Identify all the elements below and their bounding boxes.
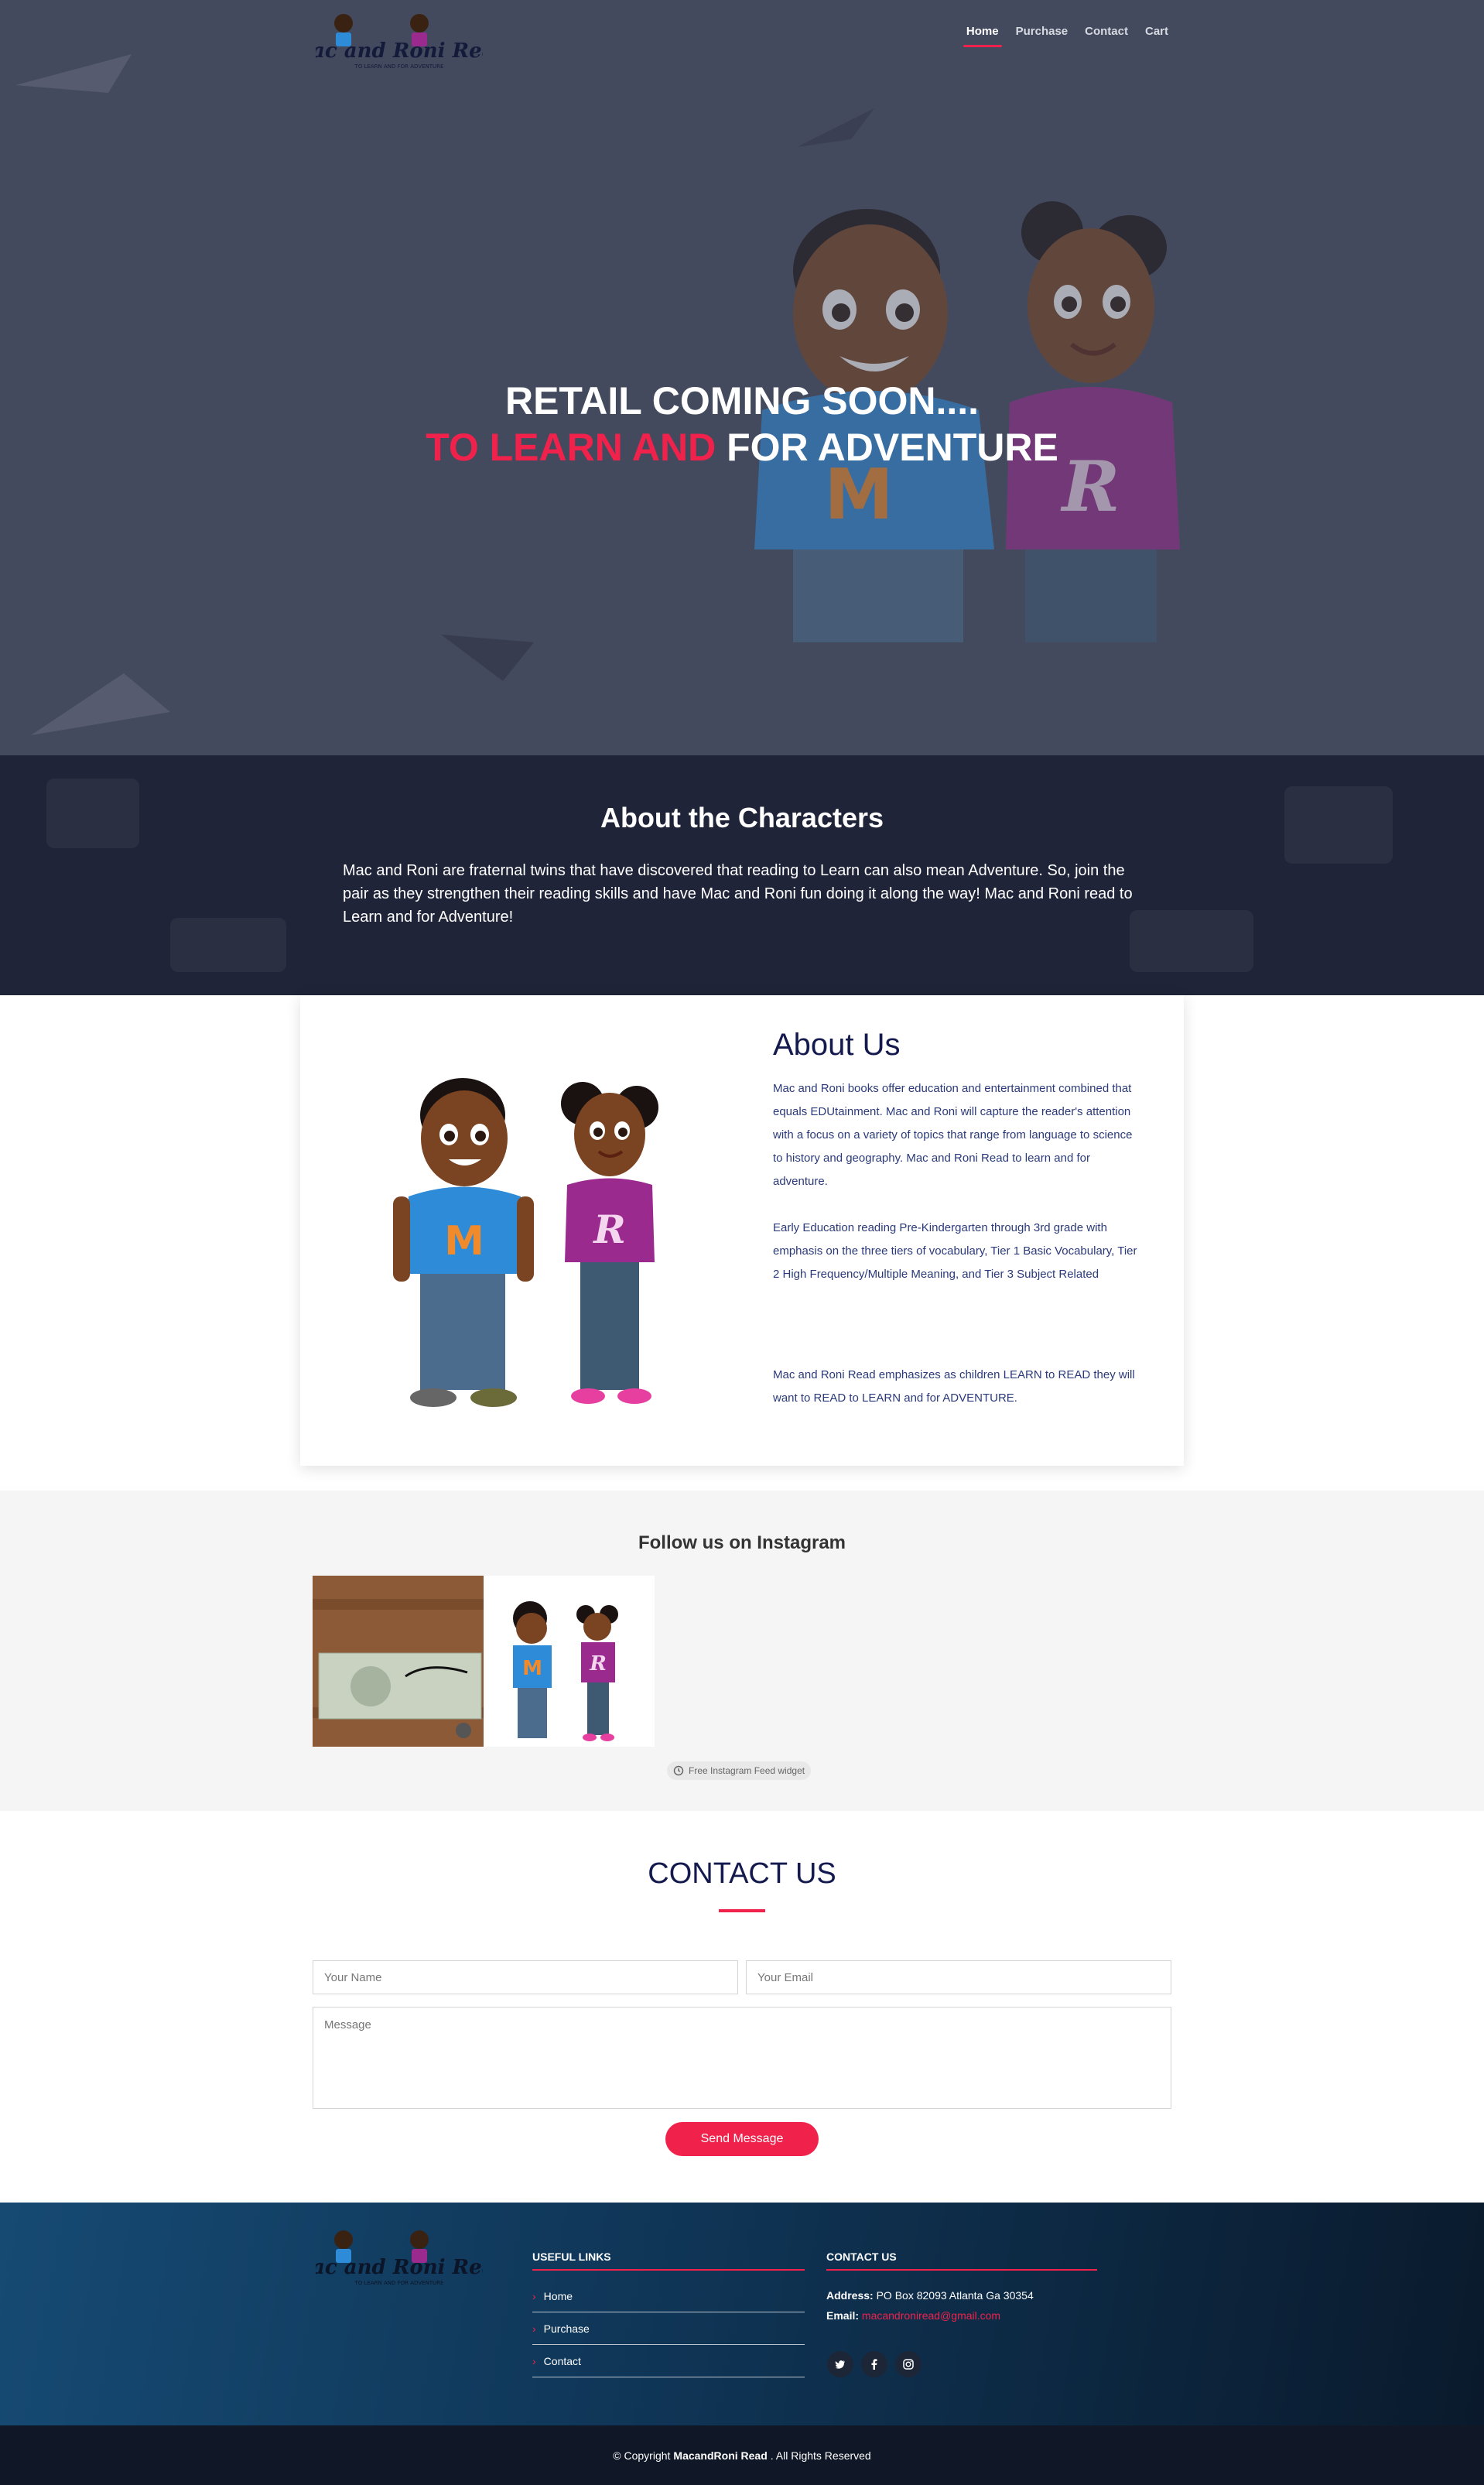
nav-contact[interactable]: Contact [1085,25,1128,46]
contact-title-underline [719,1909,765,1912]
contact-title: CONTACT US [648,1857,836,1890]
instagram-widget-label: Free Instagram Feed widget [689,1765,805,1776]
email-field[interactable]: Your Email [746,1960,1171,1994]
svg-text:Mac and Roni Read: Mac and Roni Read [316,39,483,63]
instagram-title: Follow us on Instagram [638,1532,846,1553]
email-field-placeholder: Your Email [757,1970,813,1984]
twitter-icon[interactable] [827,2351,853,2377]
chevron-right-icon: › [532,2322,536,2335]
svg-text:R: R [592,1207,626,1252]
svg-text:R: R [589,1652,607,1675]
chevron-right-icon: › [532,2289,536,2302]
contact-section: CONTACT US Your Name Your Email Send Mes… [0,1811,1484,2203]
svg-text:Mac and Roni Read: Mac and Roni Read [316,2256,483,2279]
footer-link-label: Purchase [543,2322,590,2335]
about-characters-image: M R [393,1078,658,1407]
about-characters-section: About the Characters Mac and Roni are fr… [0,755,1484,995]
instagram-section: Follow us on Instagram M R Free Instagra… [0,1491,1484,1811]
copyright-prefix: © Copyright [613,2449,671,2462]
facebook-icon[interactable] [861,2351,887,2377]
characters-text: Mac and Roni are fraternal twins that ha… [343,862,1133,926]
dollar-bill-image [313,1576,484,1747]
useful-links-divider [532,2269,805,2271]
decor-letter-block [170,918,286,972]
nav-home[interactable]: Home [963,25,1002,47]
refresh-icon [673,1765,684,1776]
footer-contact-divider [826,2269,1097,2271]
footer-contact-title: CONTACT US [826,2251,897,2263]
footer-link-home[interactable]: › Home [532,2280,805,2312]
footer-email: Email: macandroniread@gmail.com [826,2309,1000,2322]
site-logo[interactable]: Mac and Roni Read TO LEARN AND FOR ADVEN… [316,6,483,73]
name-field[interactable]: Your Name [313,1960,738,1994]
copyright-brand: MacandRoni Read [673,2449,768,2462]
about-us-card: M R About Us Mac and Roni books offer ed… [300,995,1184,1466]
about-us-paragraph-3: Mac and Roni Read emphasizes as children… [773,1368,1135,1405]
name-field-placeholder: Your Name [324,1970,382,1984]
instagram-post-2[interactable]: M R [484,1576,655,1747]
about-us-title: About Us [773,1028,901,1062]
email-label: Email: [826,2309,860,2322]
footer-logo[interactable]: Mac and Roni Read TO LEARN AND FOR ADVEN… [316,2223,483,2289]
svg-text:M: M [444,1218,484,1265]
copyright-bar: © Copyright MacandRoni Read . All Rights… [0,2425,1484,2485]
hero-line-1: RETAIL COMING SOON.... [504,379,980,423]
nav-cart[interactable]: Cart [1145,25,1168,46]
svg-text:M: M [522,1657,542,1680]
about-us-paragraph-1: Mac and Roni books offer education and e… [773,1082,1133,1188]
instagram-post-1[interactable] [313,1576,484,1747]
hero-line-2-accent: TO LEARN AND [426,426,716,469]
message-field[interactable] [313,2007,1171,2109]
send-message-button[interactable]: Send Message [665,2122,819,2156]
chevron-right-icon: › [532,2354,536,2367]
useful-links-title: USEFUL LINKS [532,2251,611,2263]
hero-line-2-rest: FOR ADVENTURE [727,426,1058,469]
footer-address: Address: PO Box 82093 Atlanta Ga 30354 [826,2289,1034,2302]
svg-text:TO LEARN AND FOR ADVENTURE: TO LEARN AND FOR ADVENTURE [354,2280,444,2286]
email-link[interactable]: macandroniread@gmail.com [862,2309,1000,2322]
site-footer: Mac and Roni Read TO LEARN AND FOR ADVEN… [0,2203,1484,2425]
svg-text:TO LEARN AND FOR ADVENTURE: TO LEARN AND FOR ADVENTURE [354,63,444,70]
footer-link-label: Home [543,2289,573,2302]
decor-triangle [441,635,534,681]
hero-section: Mac and Roni Read TO LEARN AND FOR ADVEN… [0,0,1484,755]
characters-title: About the Characters [600,802,884,833]
decor-triangle [31,673,170,735]
about-us-paragraph-2: Early Education reading Pre-Kindergarten… [773,1221,1137,1281]
address-value: PO Box 82093 Atlanta Ga 30354 [876,2289,1034,2302]
copyright-suffix: . All Rights Reserved [770,2449,871,2462]
instagram-widget-badge[interactable]: Free Instagram Feed widget [667,1761,812,1780]
main-nav: Home Purchase Contact Cart [963,25,1168,47]
characters-thumb-image: M R [484,1576,655,1747]
footer-link-contact[interactable]: › Contact [532,2345,805,2377]
footer-link-purchase[interactable]: › Purchase [532,2312,805,2345]
decor-triangle [797,108,874,147]
decor-triangle [15,54,132,93]
decor-letter-block [1130,910,1253,972]
instagram-icon[interactable] [895,2351,922,2377]
hero-line-2: TO LEARN AND FOR ADVENTURE [0,424,1484,471]
hero-headline: RETAIL COMING SOON.... TO LEARN AND FOR … [0,378,1484,471]
address-label: Address: [826,2289,874,2302]
footer-link-label: Contact [543,2354,581,2367]
nav-purchase[interactable]: Purchase [1016,25,1069,46]
